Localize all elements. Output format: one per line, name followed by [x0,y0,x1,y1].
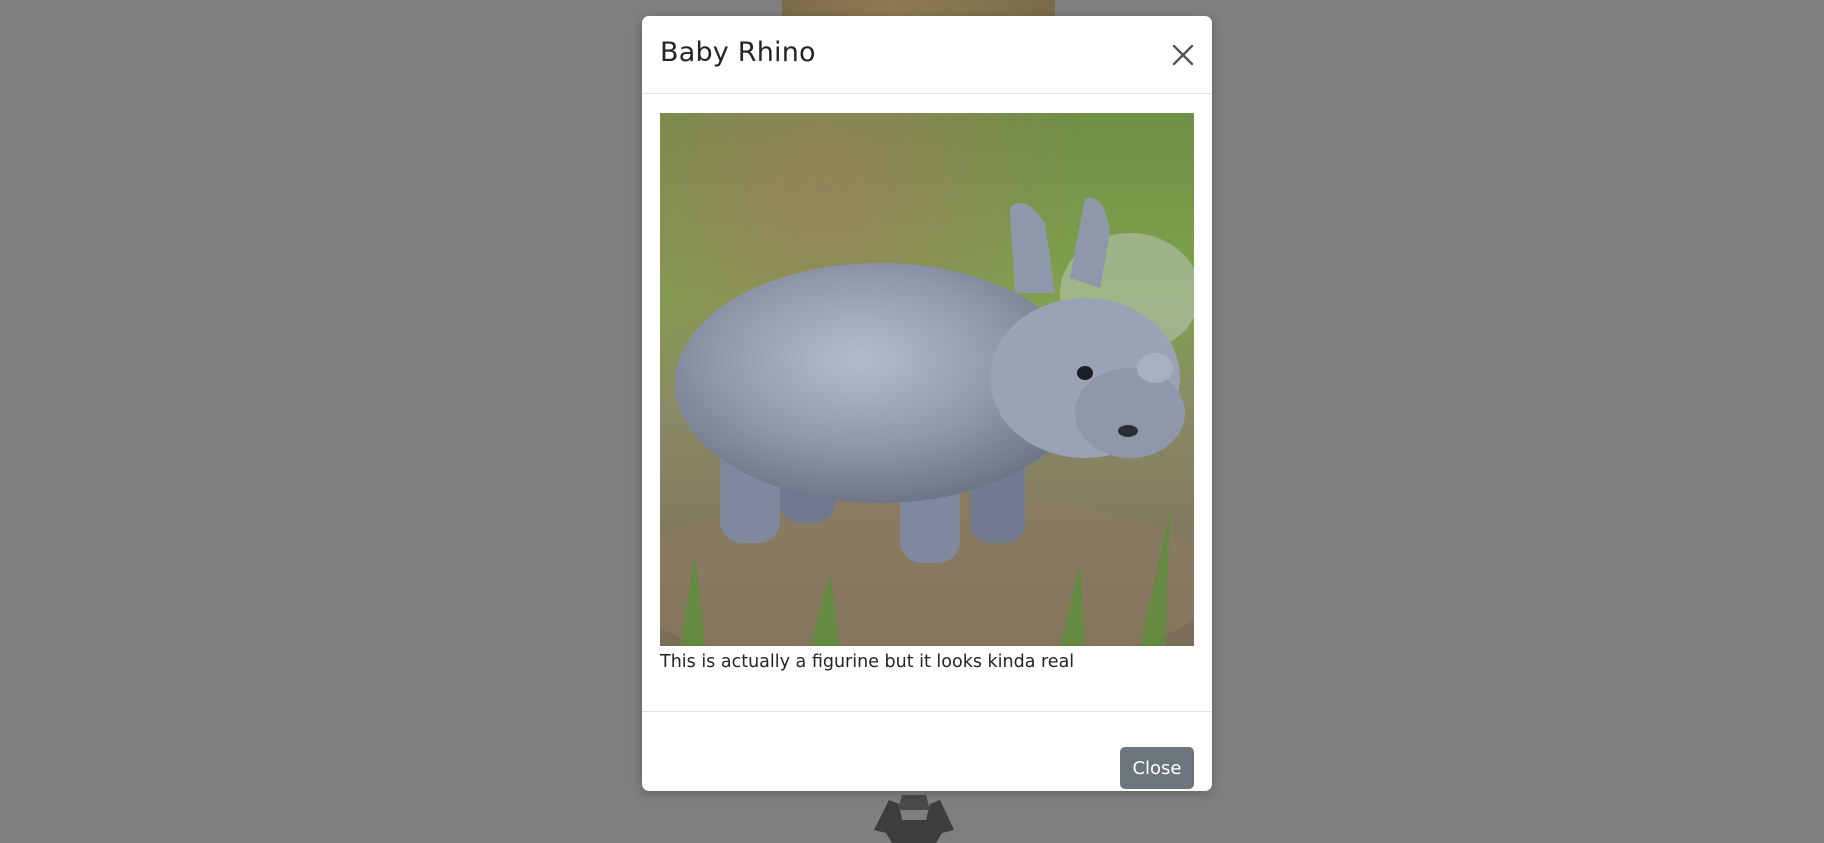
modal-header: Baby Rhino [642,16,1212,94]
close-button[interactable]: Close [1120,747,1194,789]
close-icon[interactable] [1170,42,1196,68]
rhino-photo [660,113,1194,646]
modal-title: Baby Rhino [660,37,816,68]
modal-body: This is actually a figurine but it looks… [660,113,1194,674]
image-modal: Baby Rhino This is actually a figurine b… [642,16,1212,791]
image-caption: This is actually a figurine but it looks… [660,652,1075,672]
modal-footer: Close [642,711,1212,791]
